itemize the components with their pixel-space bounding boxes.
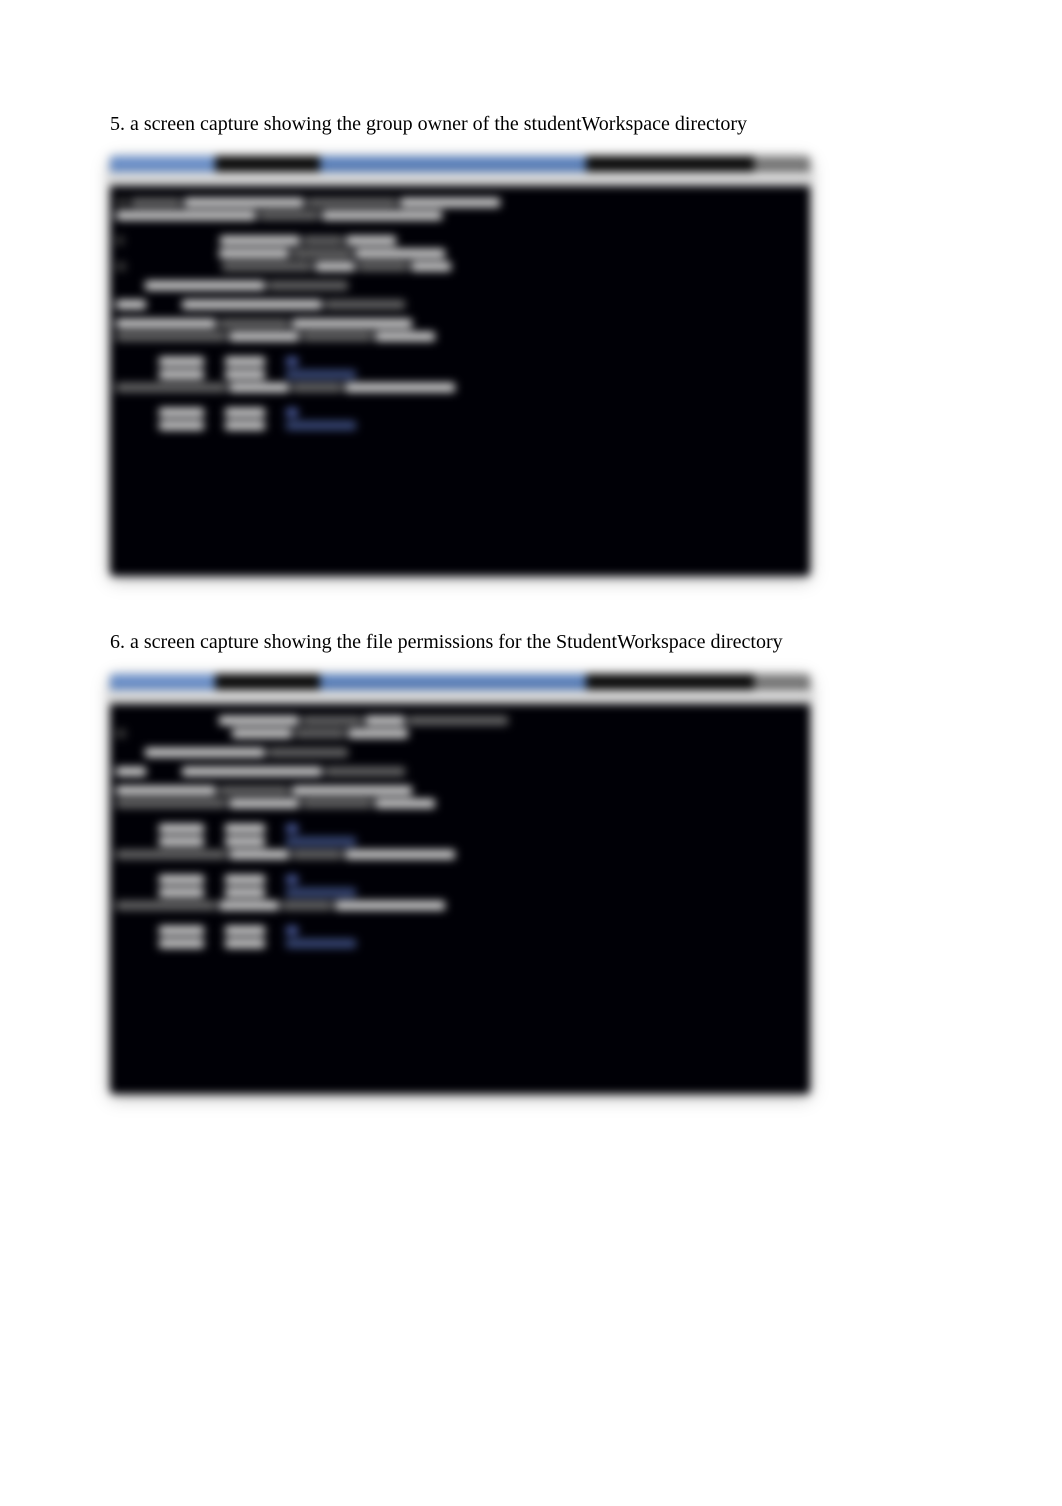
titlebar-segment [320,674,586,690]
titlebar-segment [320,156,586,172]
titlebar-segment [754,674,810,690]
terminal-menubar [110,690,810,704]
item-number: 6. [110,631,125,653]
titlebar-segment [110,156,215,172]
document-item-6: 6. a screen capture showing the file per… [110,628,952,1094]
terminal-body [110,704,810,954]
item-text: 5. a screen capture showing the group ow… [110,110,952,138]
titlebar-segment [754,156,810,172]
terminal-titlebar [110,674,810,690]
titlebar-segment [586,156,754,172]
terminal-menubar [110,172,810,186]
terminal-body [110,186,810,436]
document-item-5: 5. a screen capture showing the group ow… [110,110,952,576]
terminal-screenshot-2 [110,674,810,1094]
titlebar-segment [215,674,320,690]
item-description: a screen capture showing the file permis… [130,631,783,653]
titlebar-segment [110,674,215,690]
item-number: 5. [110,113,125,135]
terminal-titlebar [110,156,810,172]
item-text: 6. a screen capture showing the file per… [110,628,952,656]
terminal-screenshot-1 [110,156,810,576]
titlebar-segment [215,156,320,172]
titlebar-segment [586,674,754,690]
item-description: a screen capture showing the group owner… [130,113,747,135]
